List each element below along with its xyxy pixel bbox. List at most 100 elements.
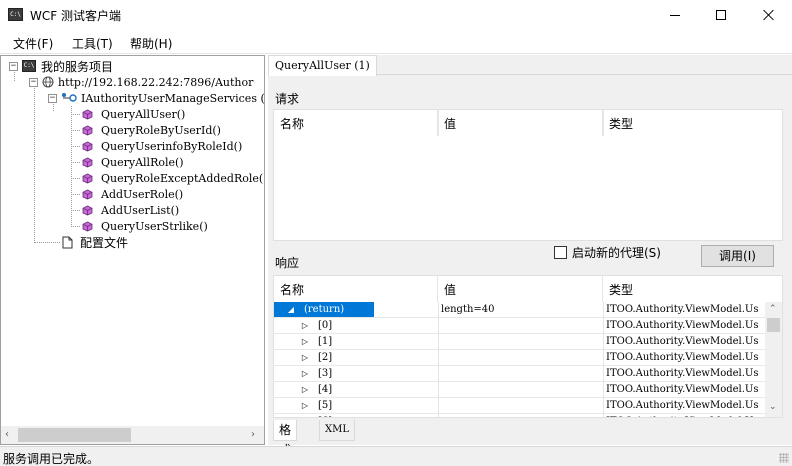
tree-method[interactable]: QueryAllUser() — [82, 106, 185, 122]
tab-query-all-user[interactable]: QueryAllUser (1) — [268, 55, 377, 76]
collapse-icon[interactable]: − — [9, 61, 18, 71]
expand-icon[interactable]: ▷ — [296, 334, 314, 349]
column-header-type[interactable]: 类型 — [603, 110, 782, 136]
tree-connector — [71, 146, 80, 147]
tree-method[interactable]: QueryUserinfoByRoleId() — [82, 138, 242, 154]
tree-connector — [71, 162, 80, 163]
close-icon — [763, 9, 775, 21]
tree-connector — [71, 210, 80, 211]
scroll-right-icon[interactable]: › — [251, 429, 255, 440]
tree-method-label: QueryUserStrlike() — [101, 219, 208, 233]
cell-value[interactable] — [438, 414, 603, 417]
response-row[interactable]: ▷ [3] ITOO.Authority.ViewModel.Us — [274, 366, 766, 382]
method-icon — [82, 141, 93, 151]
scrollbar-thumb[interactable] — [767, 318, 780, 332]
tree-connector — [71, 194, 80, 195]
column-header-value[interactable]: 值 — [438, 110, 603, 136]
tree-service[interactable]: − IAuthorityUserManageServices ( — [48, 90, 264, 106]
tree-method-label: QueryUserinfoByRoleId() — [101, 139, 243, 153]
cell-type: ITOO.Authority.ViewModel.Us — [606, 336, 759, 347]
tree-config[interactable]: 配置文件 — [62, 234, 128, 250]
close-button[interactable] — [746, 0, 792, 30]
column-header-value[interactable]: 值 — [438, 276, 603, 302]
tree-method-label: QueryAllRole() — [101, 155, 184, 169]
cell-name: ◢ (return) — [274, 302, 438, 317]
collapse-icon[interactable]: − — [48, 93, 57, 103]
scroll-left-icon[interactable]: ‹ — [5, 429, 9, 440]
expand-icon[interactable]: ▷ — [296, 414, 314, 417]
vertical-scrollbar[interactable]: ⌃ ⌄ — [765, 302, 782, 417]
column-header-type[interactable]: 类型 — [603, 276, 766, 302]
service-tree[interactable]: − C:\ 我的服务项目 − http://192.168.22.242:789… — [0, 55, 265, 445]
response-row[interactable]: ▷ [4] ITOO.Authority.ViewModel.Us — [274, 382, 766, 398]
document-icon — [62, 236, 73, 248]
tree-endpoint[interactable]: − http://192.168.22.242:7896/Author — [29, 74, 253, 90]
tree-method[interactable]: AddUserList() — [82, 202, 179, 218]
expand-icon[interactable]: ▷ — [296, 382, 314, 397]
response-grid[interactable]: 名称 值 类型 ◢ (return) length=40 ITOO.Authority… — [273, 275, 783, 418]
cell-value[interactable] — [438, 398, 603, 413]
tree-root[interactable]: − C:\ 我的服务项目 — [9, 58, 113, 74]
response-row[interactable]: ◢ (return) length=40 ITOO.Authority.ViewMod… — [274, 302, 766, 318]
response-row[interactable]: ▷ [5] ITOO.Authority.ViewModel.Us — [274, 398, 766, 414]
column-header-name[interactable]: 名称 — [274, 110, 438, 136]
cell-value[interactable] — [438, 382, 603, 397]
menu-tools[interactable]: 工具(T) — [72, 35, 113, 52]
minimize-button[interactable] — [652, 0, 698, 30]
cell-value[interactable] — [438, 334, 603, 349]
expand-icon[interactable]: ▷ — [296, 366, 314, 381]
cell-name: ▷ [5] — [274, 398, 438, 413]
cell-value[interactable] — [438, 350, 603, 365]
scroll-down-icon[interactable]: ⌄ — [769, 402, 777, 412]
scroll-up-icon[interactable]: ⌃ — [769, 304, 777, 314]
response-row[interactable]: ▷ [0] ITOO.Authority.ViewModel.Us — [274, 318, 766, 334]
new-proxy-label[interactable]: 启动新的代理(S) — [572, 244, 661, 261]
document-tab-strip: QueryAllUser (1) — [268, 55, 792, 76]
window-title: WCF 测试客户端 — [30, 9, 121, 23]
cell-name: ▷ [4] — [274, 382, 438, 397]
menu-help[interactable]: 帮助(H) — [130, 35, 172, 52]
response-row[interactable]: ▷[6] ITOO.Authority.ViewModel.Us — [274, 414, 766, 417]
tab-xml[interactable]: XML — [319, 420, 355, 441]
maximize-button[interactable] — [698, 0, 744, 30]
tree-method[interactable]: QueryAllRole() — [82, 154, 184, 170]
tree-method[interactable]: QueryUserStrlike() — [82, 218, 208, 234]
tree-endpoint-label: http://192.168.22.242:7896/Author — [58, 75, 254, 89]
tree-method-label: AddUserRole() — [101, 187, 184, 201]
cell-type: ITOO.Authority.ViewModel.Us — [606, 384, 759, 395]
resize-grip-icon[interactable] — [779, 453, 789, 463]
expand-icon[interactable]: ▷ — [296, 398, 314, 413]
method-icon — [82, 221, 93, 231]
cell-value[interactable]: length=40 — [438, 302, 603, 317]
cell-value[interactable] — [438, 318, 603, 333]
tree-method[interactable]: QueryRoleExceptAddedRole() — [82, 170, 264, 186]
tree-method-label: QueryRoleByUserId() — [101, 123, 221, 137]
tree-method[interactable]: AddUserRole() — [82, 186, 183, 202]
tree-method[interactable]: QueryRoleByUserId() — [82, 122, 221, 138]
row-name-label: [0] — [318, 320, 333, 331]
request-grid[interactable]: 名称 值 类型 — [273, 109, 783, 241]
invoke-button[interactable]: 调用(I) — [701, 245, 774, 267]
collapse-icon[interactable]: − — [29, 77, 38, 87]
tree-connector — [71, 130, 80, 131]
horizontal-scrollbar[interactable]: ‹ › — [1, 426, 264, 444]
request-grid-header: 名称 值 类型 — [274, 110, 782, 136]
response-row[interactable]: ▷ [2] ITOO.Authority.ViewModel.Us — [274, 350, 766, 366]
scrollbar-thumb[interactable] — [18, 428, 131, 442]
column-separator — [438, 302, 439, 417]
new-proxy-checkbox[interactable] — [554, 246, 567, 259]
expand-icon[interactable]: ▷ — [296, 350, 314, 365]
expand-icon[interactable]: ▷ — [296, 318, 314, 333]
tree-connector — [34, 242, 60, 243]
response-row[interactable]: ▷ [1] ITOO.Authority.ViewModel.Us — [274, 334, 766, 350]
tree-connector — [34, 85, 35, 243]
maximize-icon — [716, 10, 726, 20]
tab-formatted[interactable]: 格式化 — [273, 420, 298, 466]
operation-pane: 请求 名称 值 类型 响应 启动新的代理(S) 调用(I) 名称 值 类型 ◢ (… — [273, 81, 784, 466]
method-icon — [82, 205, 93, 215]
column-separator — [438, 110, 439, 136]
column-header-name[interactable]: 名称 — [274, 276, 438, 302]
expanded-icon[interactable]: ◢ — [282, 302, 300, 317]
cell-value[interactable] — [438, 366, 603, 381]
menu-file[interactable]: 文件(F) — [13, 35, 53, 52]
